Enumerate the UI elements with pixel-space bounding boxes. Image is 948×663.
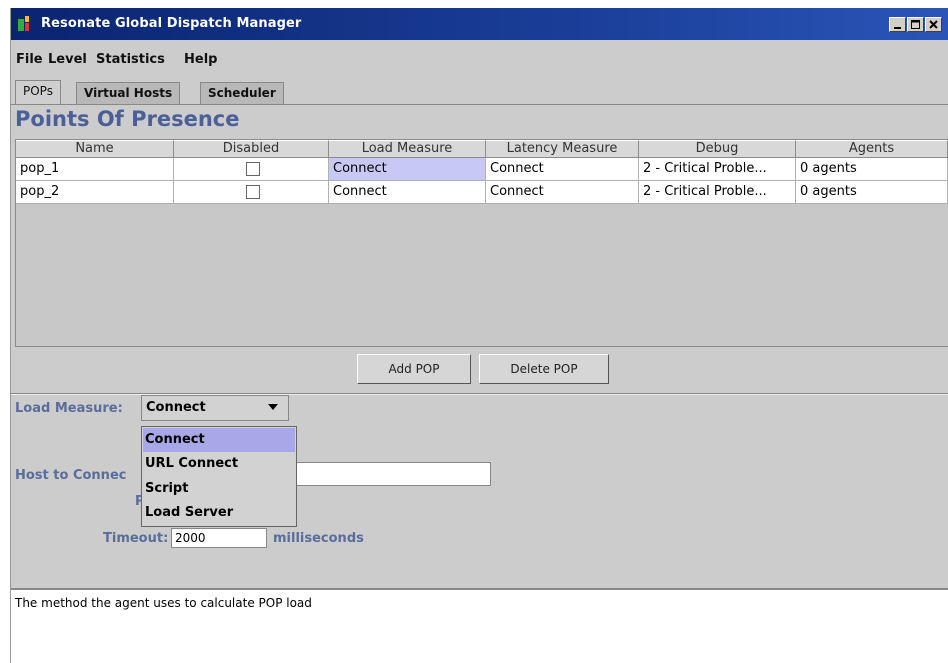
column-header-load-measure[interactable]: Load Measure: [329, 140, 486, 158]
load-measure-value: Connect: [146, 400, 206, 415]
table-row[interactable]: pop_2 Connect Connect 2 - Critical Probl…: [16, 181, 948, 204]
load-measure-dropdown-list: Connect URL Connect Script Load Server: [141, 426, 297, 527]
menu-bar: File Level Statistics Help: [11, 40, 948, 78]
cell-debug[interactable]: 2 - Critical Proble...: [639, 158, 796, 181]
timeout-unit-label: milliseconds: [273, 531, 364, 546]
maximize-icon: [911, 20, 920, 29]
load-measure-label: Load Measure:: [15, 401, 123, 416]
delete-pop-button[interactable]: Delete POP: [479, 354, 609, 384]
window-title: Resonate Global Dispatch Manager: [41, 16, 302, 31]
menu-help[interactable]: Help: [184, 52, 217, 67]
timeout-label: Timeout:: [103, 531, 169, 546]
table-row[interactable]: pop_1 Connect Connect 2 - Critical Probl…: [16, 158, 948, 181]
disabled-checkbox[interactable]: [246, 185, 260, 199]
app-window: Resonate Global Dispatch Manager File Le…: [10, 8, 948, 663]
chevron-down-icon: [268, 404, 278, 410]
menu-file[interactable]: File: [16, 52, 43, 67]
option-connect[interactable]: Connect: [143, 428, 295, 452]
cell-name[interactable]: pop_1: [16, 158, 174, 181]
cell-disabled[interactable]: [174, 181, 329, 204]
menu-statistics[interactable]: Statistics: [96, 52, 165, 67]
tab-pops[interactable]: POPs: [15, 80, 61, 105]
disabled-checkbox[interactable]: [246, 162, 260, 176]
column-header-name[interactable]: Name: [16, 140, 174, 158]
tab-virtual-hosts[interactable]: Virtual Hosts: [76, 82, 181, 104]
load-measure-select[interactable]: Connect: [141, 395, 289, 421]
app-icon: [18, 16, 29, 31]
close-button[interactable]: [925, 17, 942, 32]
cell-disabled[interactable]: [174, 158, 329, 181]
close-icon: [929, 20, 938, 29]
minimize-icon: [894, 27, 901, 29]
cell-agents[interactable]: 0 agents: [796, 181, 948, 204]
add-pop-button[interactable]: Add POP: [357, 354, 471, 384]
cell-load-measure[interactable]: Connect: [329, 158, 486, 181]
column-header-disabled[interactable]: Disabled: [174, 140, 329, 158]
tab-divider: [11, 104, 948, 105]
column-header-agents[interactable]: Agents: [796, 140, 948, 158]
option-load-server[interactable]: Load Server: [143, 501, 295, 525]
host-to-connect-input[interactable]: [293, 462, 491, 486]
cell-debug[interactable]: 2 - Critical Proble...: [639, 181, 796, 204]
description-panel: The method the agent uses to calculate P…: [11, 588, 948, 663]
option-url-connect[interactable]: URL Connect: [143, 452, 295, 476]
timeout-input[interactable]: 2000: [171, 528, 267, 548]
cell-latency-measure[interactable]: Connect: [486, 181, 639, 204]
description-text: The method the agent uses to calculate P…: [15, 596, 312, 610]
page-title: Points Of Presence: [15, 107, 240, 131]
cell-load-measure[interactable]: Connect: [329, 181, 486, 204]
column-header-latency-measure[interactable]: Latency Measure: [486, 140, 639, 158]
title-bar[interactable]: Resonate Global Dispatch Manager: [11, 8, 948, 40]
menu-level[interactable]: Level: [48, 52, 87, 67]
pops-table: Name Disabled Load Measure Latency Measu…: [15, 139, 948, 347]
column-header-debug[interactable]: Debug: [639, 140, 796, 158]
tab-scheduler[interactable]: Scheduler: [200, 82, 284, 104]
cell-agents[interactable]: 0 agents: [796, 158, 948, 181]
minimize-button[interactable]: [889, 17, 906, 32]
host-to-connect-label: Host to Connec: [15, 468, 127, 483]
cell-name[interactable]: pop_2: [16, 181, 174, 204]
option-script[interactable]: Script: [143, 477, 295, 501]
maximize-button[interactable]: [907, 17, 924, 32]
cell-latency-measure[interactable]: Connect: [486, 158, 639, 181]
